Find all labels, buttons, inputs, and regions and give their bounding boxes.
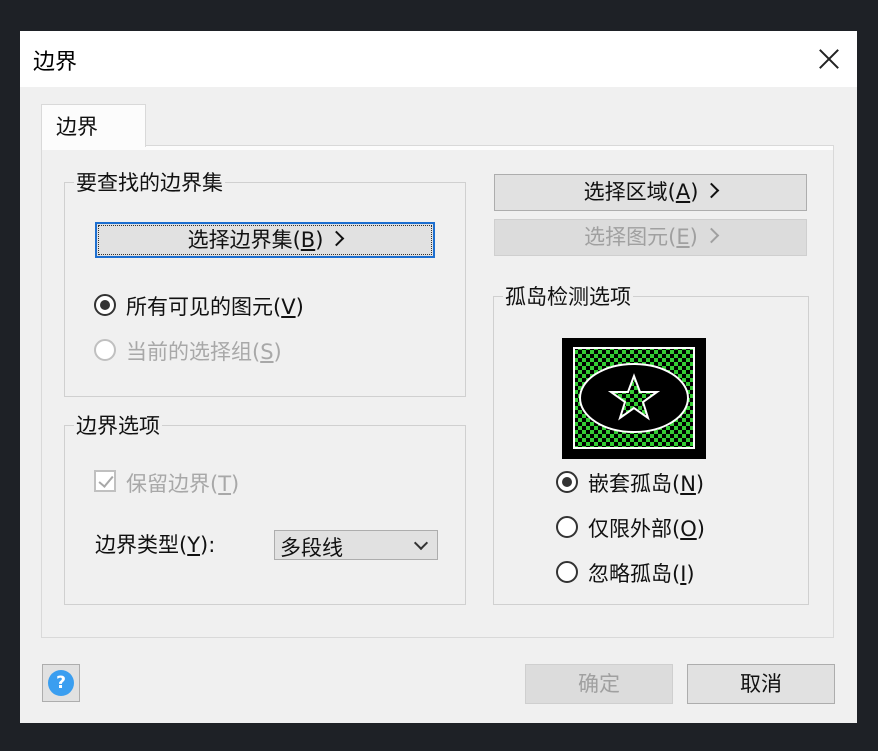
radio-ignore-islands-label: 忽略孤岛(I) xyxy=(588,562,695,586)
boundary-options-group-title: 边界选项 xyxy=(74,410,162,440)
radio-current-selection-indicator[interactable] xyxy=(94,339,116,361)
ok-button[interactable]: 确定 xyxy=(525,664,673,704)
boundary-options-group: 边界选项 xyxy=(64,410,466,605)
tab-label: 边界 xyxy=(56,115,98,139)
island-detection-group-title: 孤岛检测选项 xyxy=(503,281,633,311)
boundary-dialog: 边界 边界 要查找的边界集 选择边界集(B) 所有可见的图元(V) 当前的选择组… xyxy=(20,31,857,723)
radio-outer-only-label: 仅限外部(O) xyxy=(588,517,705,541)
boundary-type-select[interactable]: 多段线 xyxy=(274,530,438,560)
select-entity-label: 选择图元(E) xyxy=(584,225,698,249)
radio-current-selection-label: 当前的选择组(S) xyxy=(126,340,282,364)
retain-boundary-check-icon[interactable] xyxy=(94,470,116,492)
radio-nested-islands-indicator[interactable] xyxy=(556,471,578,493)
chevron-right-icon xyxy=(329,230,345,247)
boundary-set-group-title: 要查找的边界集 xyxy=(74,167,225,197)
help-icon: ? xyxy=(48,670,74,696)
cancel-button[interactable]: 取消 xyxy=(687,664,835,704)
retain-boundary-label: 保留边界(T) xyxy=(126,472,240,496)
select-area-button[interactable]: 选择区域(A) xyxy=(494,174,807,211)
select-boundary-set-label: 选择边界集(B) xyxy=(187,228,324,252)
chevron-right-icon xyxy=(704,182,720,199)
chevron-right-icon xyxy=(703,227,720,244)
select-area-label: 选择区域(A) xyxy=(583,180,699,204)
radio-all-visible-label: 所有可见的图元(V) xyxy=(126,295,304,319)
tab-boundary[interactable]: 边界 xyxy=(41,104,146,147)
select-entity-button[interactable]: 选择图元(E) xyxy=(494,219,807,256)
help-button[interactable]: ? xyxy=(42,664,80,702)
radio-ignore-islands-indicator[interactable] xyxy=(556,561,578,583)
ok-label: 确定 xyxy=(578,672,620,696)
island-preview-image xyxy=(562,338,706,459)
boundary-type-value: 多段线 xyxy=(280,536,343,560)
radio-all-visible-indicator[interactable] xyxy=(94,294,116,316)
radio-outer-only-indicator[interactable] xyxy=(556,516,578,538)
title-bar: 边界 xyxy=(20,31,857,87)
cancel-label: 取消 xyxy=(740,672,782,696)
radio-nested-islands-label: 嵌套孤岛(N) xyxy=(588,472,705,496)
chevron-down-icon xyxy=(413,535,429,551)
close-icon[interactable] xyxy=(813,43,845,75)
select-boundary-set-button[interactable]: 选择边界集(B) xyxy=(95,222,435,258)
dialog-title: 边界 xyxy=(33,50,78,75)
